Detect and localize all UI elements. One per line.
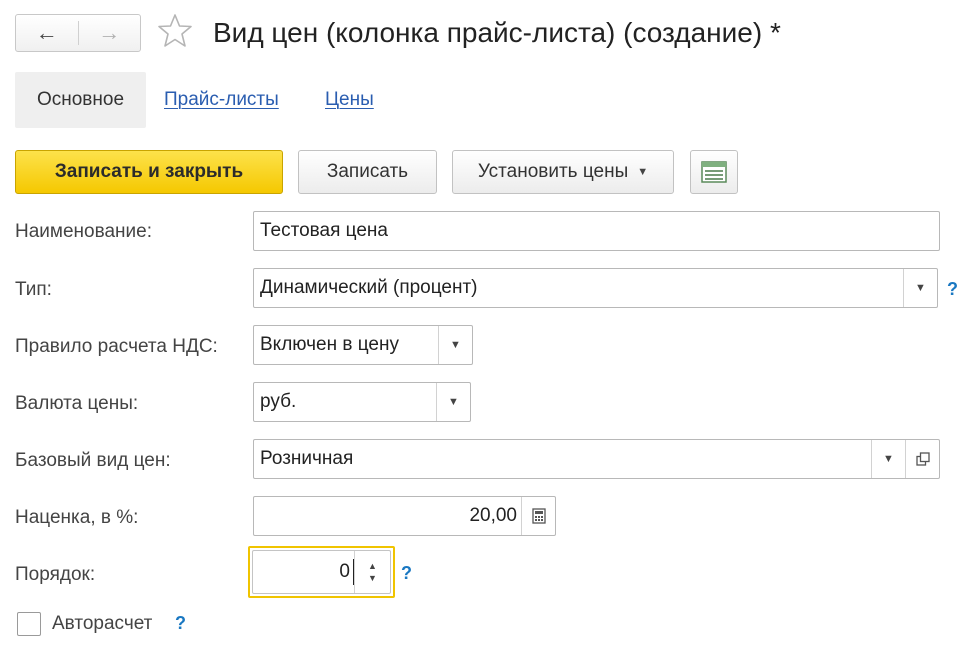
set-prices-button[interactable]: Установить цены ▼ xyxy=(452,150,674,194)
vat-select[interactable]: Включен в цену ▼ xyxy=(253,325,473,365)
calculator-icon[interactable] xyxy=(521,497,555,535)
chevron-down-icon[interactable]: ▼ xyxy=(436,383,470,421)
arrow-left-icon: ← xyxy=(35,20,58,45)
type-help-icon[interactable]: ? xyxy=(947,279,958,300)
open-icon[interactable] xyxy=(905,440,939,478)
history-nav: ← → xyxy=(15,14,141,52)
type-value: Динамический (процент) xyxy=(260,277,478,298)
tab-prices[interactable]: Цены xyxy=(325,72,374,128)
markup-field[interactable]: 20,00 xyxy=(253,496,556,536)
order-field[interactable]: 0 ▲ ▼ xyxy=(252,550,391,594)
base-price-select[interactable]: Розничная ▼ xyxy=(253,439,940,479)
tab-price-lists[interactable]: Прайс-листы xyxy=(164,72,279,128)
chevron-down-icon[interactable]: ▼ xyxy=(871,440,905,478)
autocalc-checkbox[interactable] xyxy=(17,612,41,636)
spin-down-icon[interactable]: ▼ xyxy=(368,572,377,584)
back-button[interactable]: ← xyxy=(16,15,78,51)
currency-value: руб. xyxy=(260,391,297,412)
currency-label: Валюта цены: xyxy=(15,393,139,414)
name-label: Наименование: xyxy=(15,221,152,242)
vat-label: Правило расчета НДС: xyxy=(15,336,218,357)
favorite-star-icon[interactable] xyxy=(156,12,194,50)
chevron-down-icon[interactable]: ▼ xyxy=(438,326,472,364)
autocalc-help-icon[interactable]: ? xyxy=(175,613,186,634)
save-button[interactable]: Записать xyxy=(298,150,437,194)
save-and-close-button[interactable]: Записать и закрыть xyxy=(15,150,283,194)
order-help-icon[interactable]: ? xyxy=(401,563,412,584)
chevron-down-icon[interactable]: ▼ xyxy=(903,269,937,307)
markup-value: 20,00 xyxy=(469,505,517,526)
arrow-right-icon: → xyxy=(98,20,121,45)
order-spinner[interactable]: ▲ ▼ xyxy=(354,551,390,593)
tab-main[interactable]: Основное xyxy=(15,72,146,128)
autocalc-label[interactable]: Авторасчет xyxy=(52,613,152,635)
chevron-down-icon: ▼ xyxy=(637,166,649,178)
currency-select[interactable]: руб. ▼ xyxy=(253,382,471,422)
vat-value: Включен в цену xyxy=(260,334,399,355)
table-settings-icon xyxy=(701,161,727,183)
page-title: Вид цен (колонка прайс-листа) (создание)… xyxy=(213,17,781,48)
order-label: Порядок: xyxy=(15,564,96,585)
table-settings-button[interactable] xyxy=(690,150,738,194)
type-label: Тип: xyxy=(15,279,52,300)
order-value: 0 xyxy=(339,561,350,582)
base-price-label: Базовый вид цен: xyxy=(15,450,171,471)
name-value: Тестовая цена xyxy=(260,220,388,241)
base-price-value: Розничная xyxy=(260,448,354,469)
name-field[interactable]: Тестовая цена xyxy=(253,211,940,251)
type-select[interactable]: Динамический (процент) ▼ xyxy=(253,268,938,308)
forward-button[interactable]: → xyxy=(79,15,141,51)
set-prices-label: Установить цены xyxy=(477,161,629,182)
spin-up-icon[interactable]: ▲ xyxy=(368,560,377,572)
markup-label: Наценка, в %: xyxy=(15,507,139,528)
